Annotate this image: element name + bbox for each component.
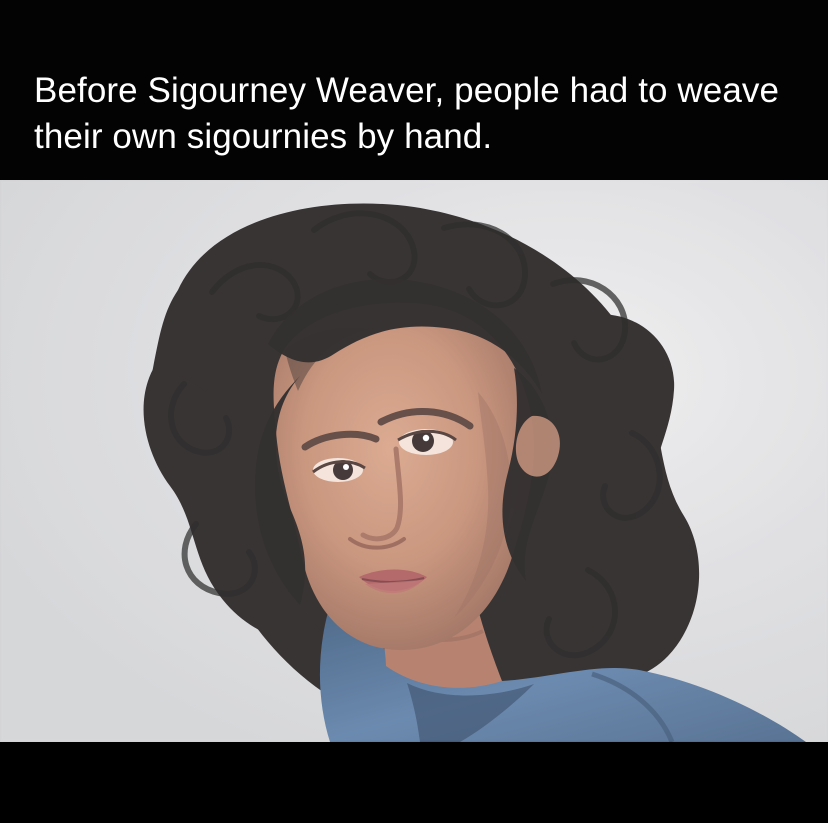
meme-image: Before Sigourney Weaver, people had to w… <box>0 0 828 823</box>
bottom-black-bar <box>0 742 828 823</box>
caption-bar: Before Sigourney Weaver, people had to w… <box>0 0 828 180</box>
meme-caption: Before Sigourney Weaver, people had to w… <box>34 71 780 156</box>
portrait-photo-illustration <box>0 180 828 742</box>
photo-softening <box>0 180 828 742</box>
portrait-photo <box>0 180 828 742</box>
